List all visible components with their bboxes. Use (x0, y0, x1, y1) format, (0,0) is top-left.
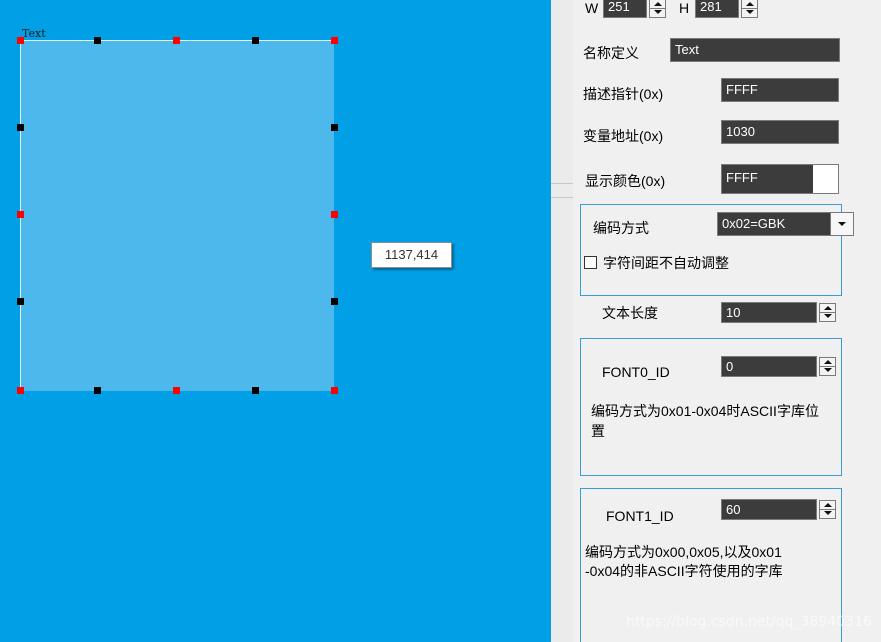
triangle-down-icon[interactable] (742, 8, 757, 16)
desc-pointer-label: 描述指针(0x) (583, 86, 664, 102)
var-address-field[interactable]: 1030 (721, 120, 839, 144)
height-field[interactable]: 281 (695, 0, 739, 18)
resize-handle-left[interactable] (17, 124, 24, 131)
font1-description-line2: -0x04的非ASCII字符使用的字库 (585, 563, 783, 579)
resize-handle-bottom-right[interactable] (331, 387, 338, 394)
display-color-field[interactable]: FFFF (721, 164, 813, 194)
triangle-down-icon[interactable] (650, 8, 665, 16)
chevron-down-icon[interactable] (830, 213, 853, 235)
text-widget[interactable] (20, 40, 334, 391)
splitter-tick (551, 197, 573, 198)
encoding-dropdown[interactable]: 0x02=GBK (717, 212, 854, 236)
text-length-field[interactable]: 10 (721, 302, 817, 323)
coordinate-tooltip: 1137,414 (371, 242, 452, 268)
font1-field[interactable]: 60 (721, 499, 817, 520)
resize-handle-top-right[interactable] (331, 37, 338, 44)
resize-handle-left-mid[interactable] (17, 211, 24, 218)
encoding-label: 编码方式 (593, 220, 649, 236)
font1-description-line1: 编码方式为0x00,0x05,以及0x01 (585, 544, 782, 560)
spacing-checkbox[interactable] (584, 256, 597, 269)
display-color-label: 显示颜色(0x) (585, 173, 666, 189)
design-canvas[interactable]: Text 1137,414 (0, 0, 551, 642)
property-panel: W 251 H 281 名称定义 Text 描述指针(0x) FFFF 变量地址… (573, 0, 881, 642)
resize-handle-left[interactable] (17, 298, 24, 305)
font1-spinner[interactable] (819, 500, 836, 519)
width-spinner[interactable] (649, 0, 666, 18)
panel-splitter[interactable] (551, 0, 573, 642)
font1-label: FONT1_ID (606, 508, 674, 524)
var-address-label: 变量地址(0x) (583, 128, 664, 144)
triangle-down-icon[interactable] (820, 509, 835, 517)
resize-handle-right-mid[interactable] (331, 211, 338, 218)
watermark: https://blog.csdn.net/qq_38940316 (626, 614, 872, 630)
resize-handle-top-mid[interactable] (173, 37, 180, 44)
font0-label: FONT0_ID (602, 364, 670, 380)
triangle-down-icon[interactable] (820, 366, 835, 374)
resize-handle-bottom-left[interactable] (17, 387, 24, 394)
desc-pointer-field[interactable]: FFFF (721, 78, 839, 102)
width-field[interactable]: 251 (603, 0, 647, 18)
font0-spinner[interactable] (819, 357, 836, 376)
height-spinner[interactable] (741, 0, 758, 18)
font0-description: 编码方式为0x01-0x04时ASCII字库位置 (591, 403, 819, 439)
color-swatch[interactable] (813, 164, 839, 194)
font1-description: 编码方式为0x00,0x05,以及0x01 -0x04的非ASCII字符使用的字… (585, 543, 840, 581)
text-length-spinner[interactable] (819, 303, 836, 322)
resize-handle-right[interactable] (331, 124, 338, 131)
resize-handle-bottom[interactable] (94, 387, 101, 394)
resize-handle-bottom-mid[interactable] (173, 387, 180, 394)
text-length-label: 文本长度 (602, 305, 658, 321)
font0-field[interactable]: 0 (721, 356, 817, 377)
triangle-down-icon[interactable] (820, 312, 835, 320)
name-field[interactable]: Text (670, 38, 840, 62)
splitter-tick (551, 183, 573, 184)
widget-caption: Text (22, 27, 46, 40)
encoding-selected: 0x02=GBK (722, 216, 786, 231)
spacing-checkbox-label: 字符间距不自动调整 (603, 255, 729, 271)
resize-handle-top[interactable] (94, 37, 101, 44)
resize-handle-top-left[interactable] (17, 37, 24, 44)
height-label: H (679, 0, 690, 16)
resize-handle-bottom[interactable] (252, 387, 259, 394)
width-label: W (585, 0, 599, 16)
resize-handle-right[interactable] (331, 298, 338, 305)
resize-handle-top[interactable] (252, 37, 259, 44)
name-label: 名称定义 (583, 45, 639, 61)
